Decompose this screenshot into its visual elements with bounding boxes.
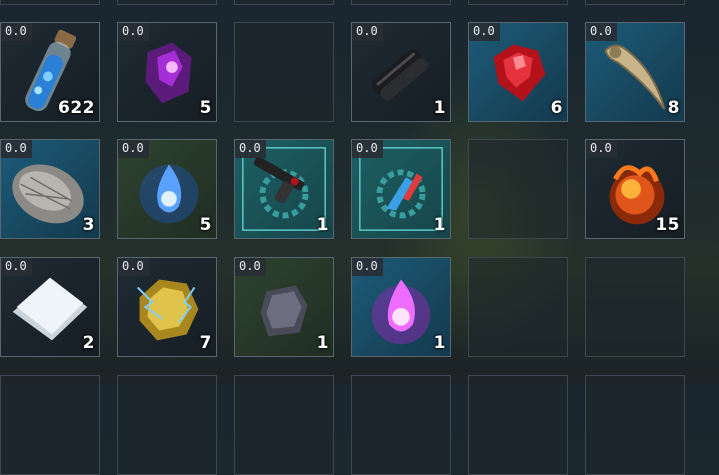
slot-quantity: 1 [316, 333, 329, 353]
inventory-slot-paper[interactable]: 0.0 2 [0, 257, 100, 357]
slot-quantity: 1 [316, 215, 329, 235]
slot-quantity: 1 [433, 215, 446, 235]
inventory-slot-stone[interactable]: 0.0 1 [234, 257, 334, 357]
slot-weight: 0.0 [352, 23, 383, 41]
slot-weight: 0.0 [118, 140, 149, 158]
inventory-slot-partial[interactable] [0, 375, 100, 475]
slot-quantity: 1 [433, 98, 446, 118]
slot-weight: 0.0 [1, 258, 32, 276]
inventory-slot-partial[interactable] [117, 375, 217, 475]
slot-weight: 0.0 [1, 140, 32, 158]
inventory-slot-empty[interactable] [468, 257, 568, 357]
slot-weight: 0.0 [235, 140, 266, 158]
inventory-slot-fire-orb[interactable]: 0.0 15 [585, 139, 685, 239]
slot-quantity: 622 [58, 98, 95, 118]
inventory-slot-red-gem[interactable]: 0.0 6 [468, 22, 568, 122]
slot-weight: 0.0 [118, 258, 149, 276]
inventory-slot-black-leather[interactable]: 0.0 1 [351, 22, 451, 122]
inventory-slot-purple-crystal[interactable]: 0.0 5 [117, 22, 217, 122]
inventory-slot-partial[interactable] [468, 375, 568, 475]
slot-weight: 0.0 [469, 23, 500, 41]
inventory-slot-partial[interactable] [0, 0, 100, 5]
inventory-slot-empty[interactable] [234, 22, 334, 122]
inventory-slot-pink-flame[interactable]: 0.0 1 [351, 257, 451, 357]
slot-quantity: 5 [199, 98, 212, 118]
slot-weight: 0.0 [118, 23, 149, 41]
inventory-slot-partial[interactable] [351, 375, 451, 475]
inventory-slot-gun-blueprint[interactable]: 0.0 1 [234, 139, 334, 239]
inventory-slot-empty[interactable] [585, 257, 685, 357]
slot-weight: 0.0 [586, 23, 617, 41]
slot-weight: 0.0 [352, 140, 383, 158]
slot-weight: 0.0 [586, 140, 617, 158]
inventory-slot-partial[interactable] [234, 375, 334, 475]
slot-quantity: 6 [550, 98, 563, 118]
slot-quantity: 1 [433, 333, 446, 353]
slot-quantity: 5 [199, 215, 212, 235]
inventory-slot-partial[interactable] [351, 0, 451, 5]
inventory-slot-electric-ore[interactable]: 0.0 7 [117, 257, 217, 357]
inventory-slot-partial[interactable] [585, 375, 685, 475]
inventory-slot-partial[interactable] [585, 0, 685, 5]
slot-weight: 0.0 [352, 258, 383, 276]
inventory-slot-partial[interactable] [234, 0, 334, 5]
inventory-slot-component-blueprint[interactable]: 0.0 1 [351, 139, 451, 239]
slot-quantity: 2 [82, 333, 95, 353]
inventory-slot-fur-pelt[interactable]: 0.0 3 [0, 139, 100, 239]
slot-quantity: 8 [667, 98, 680, 118]
slot-weight: 0.0 [1, 23, 32, 41]
slot-quantity: 15 [655, 215, 680, 235]
slot-weight: 0.0 [235, 258, 266, 276]
inventory-slot-blue-vial[interactable]: 0.0 622 [0, 22, 100, 122]
inventory-slot-partial[interactable] [468, 0, 568, 5]
inventory-slot-horn[interactable]: 0.0 8 [585, 22, 685, 122]
inventory-slot-partial[interactable] [117, 0, 217, 5]
slot-quantity: 3 [82, 215, 95, 235]
inventory-slot-blue-flame[interactable]: 0.0 5 [117, 139, 217, 239]
inventory-slot-empty[interactable] [468, 139, 568, 239]
slot-quantity: 7 [199, 333, 212, 353]
